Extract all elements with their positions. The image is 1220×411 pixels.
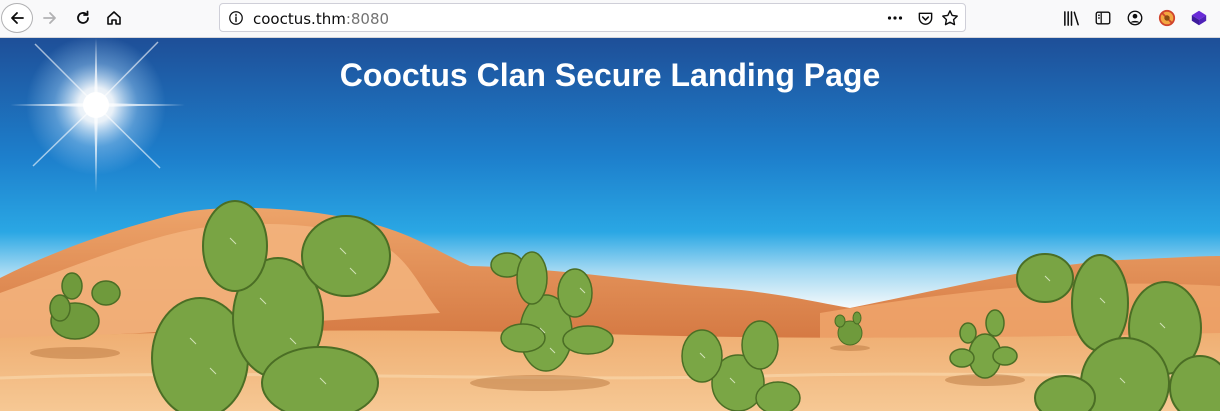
more-dots-icon[interactable]: [886, 9, 904, 27]
reload-icon: [77, 10, 89, 24]
home-button[interactable]: [98, 3, 130, 33]
account-icon[interactable]: [1125, 8, 1145, 28]
reload-button[interactable]: [67, 3, 99, 33]
landing-page: Cooctus Clan Secure Landing Page: [0, 38, 1220, 411]
url-host: cooctus.thm: [253, 10, 346, 28]
browser-toolbar: cooctus.thm:8080: [0, 0, 1220, 38]
address-bar[interactable]: cooctus.thm:8080: [219, 3, 966, 32]
library-icon[interactable]: [1061, 8, 1081, 28]
sidebar-icon[interactable]: [1093, 8, 1113, 28]
back-arrow-icon: [11, 12, 24, 24]
blocked-extension-icon[interactable]: [1157, 8, 1177, 28]
url-text[interactable]: cooctus.thm:8080: [253, 10, 389, 28]
star-icon[interactable]: [941, 9, 959, 27]
info-icon[interactable]: [227, 9, 245, 27]
purple-cube-extension-icon[interactable]: [1189, 8, 1209, 28]
back-button[interactable]: [1, 3, 33, 33]
url-port: :8080: [345, 10, 390, 28]
page-title: Cooctus Clan Secure Landing Page: [339, 57, 881, 93]
home-icon: [107, 11, 121, 25]
pocket-icon[interactable]: [916, 9, 934, 27]
forward-button[interactable]: [34, 3, 66, 33]
forward-arrow-icon: [43, 12, 56, 24]
